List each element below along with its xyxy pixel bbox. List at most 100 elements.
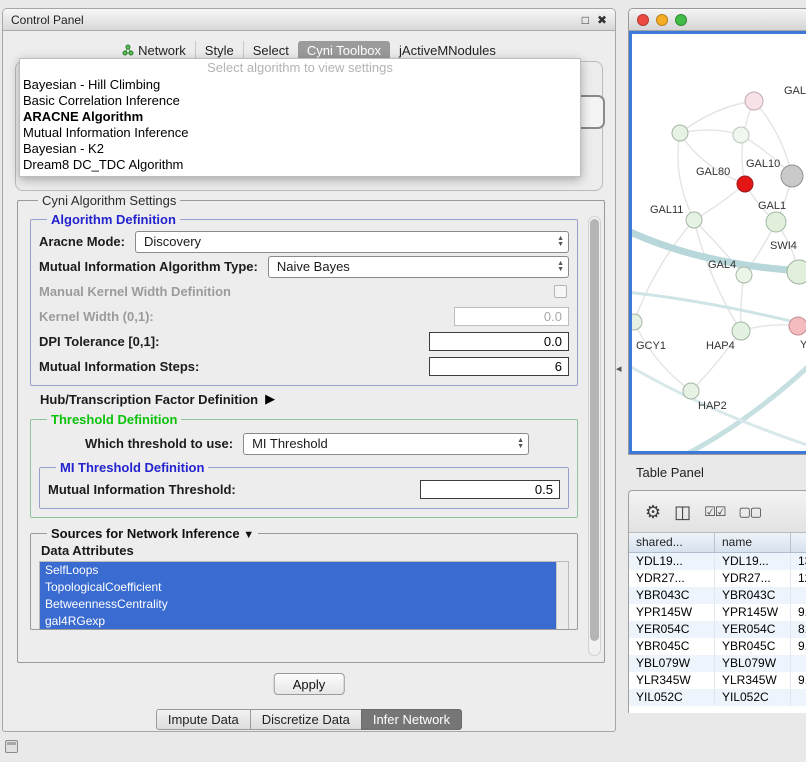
cyni-algorithm-settings-group: Cyni Algorithm Settings Algorithm Defini…	[17, 193, 605, 663]
select-all-checkboxes-icon[interactable]: ☑☑	[704, 504, 725, 520]
table-cell: YBR045C	[629, 638, 715, 655]
mac-close-button[interactable]	[637, 14, 649, 26]
network-edge[interactable]	[694, 184, 745, 220]
attribute-item-gal4rgexp[interactable]: gal4RGexp	[40, 613, 556, 630]
tab-label: Network	[138, 43, 186, 58]
attributes-vertical-scrollbar[interactable]	[556, 562, 568, 629]
network-node[interactable]	[766, 212, 786, 232]
table-cell: YER054C	[715, 621, 791, 638]
kernel-width-input[interactable]	[454, 307, 569, 326]
network-canvas[interactable]: GALGAL80GAL10GAL11GAL1SWI4GAL4GCY1HAP4YH…	[629, 31, 806, 454]
algorithm-option-bayesian-k2[interactable]: Bayesian - K2	[20, 141, 580, 157]
bottom-tab-infer-network[interactable]: Infer Network	[361, 709, 462, 730]
control-panel-titlebar: Control Panel □ ✖	[3, 9, 615, 31]
splitter-collapse-icon[interactable]: ◂	[616, 362, 622, 375]
table-cell	[791, 655, 806, 672]
node-label: GAL11	[650, 204, 683, 216]
node-label: Y	[800, 339, 806, 351]
deselect-all-checkboxes-icon[interactable]: ▢▢	[738, 504, 761, 520]
algorithm-option-basic-correlation-inference[interactable]: Basic Correlation Inference	[20, 93, 580, 109]
node-label: GAL80	[696, 166, 730, 178]
column-header-shared-name[interactable]: shared...	[629, 533, 715, 552]
algorithm-option-dream8-dc-tdc-algorithm[interactable]: Dream8 DC_TDC Algorithm	[20, 157, 580, 173]
network-edge[interactable]	[680, 130, 741, 135]
which-threshold-value: MI Threshold	[252, 436, 328, 451]
network-node[interactable]	[683, 383, 699, 399]
network-node[interactable]	[732, 322, 750, 340]
tab-cyni-toolbox[interactable]: Cyni Toolbox	[298, 41, 390, 60]
tab-network[interactable]: Network	[113, 41, 195, 60]
column-header-name[interactable]: name	[715, 533, 791, 552]
aracne-mode-combobox[interactable]: Discovery ▲▼	[135, 231, 569, 253]
table-row[interactable]: YLR345WYLR345W9.	[629, 672, 806, 689]
algorithm-definition-legend: Algorithm Definition	[51, 212, 176, 227]
table-row[interactable]: YDL19...YDL19...13	[629, 553, 806, 570]
network-node[interactable]	[789, 317, 806, 335]
mac-minimize-button[interactable]	[656, 14, 668, 26]
network-edge[interactable]	[632, 292, 806, 334]
network-node[interactable]	[736, 267, 752, 283]
table-row[interactable]: YER054CYER054C8.	[629, 621, 806, 638]
algorithm-definition-group: Algorithm Definition Aracne Mode: Discov…	[30, 212, 578, 386]
tab-select[interactable]: Select	[243, 41, 298, 60]
settings-scrollbar-thumb[interactable]	[590, 219, 599, 641]
table-cell: YDL19...	[715, 553, 791, 570]
table-cell: 12	[791, 570, 806, 587]
mi-type-value: Naive Bayes	[277, 259, 350, 274]
table-row[interactable]: YPR145WYPR145W9.	[629, 604, 806, 621]
network-node[interactable]	[737, 176, 753, 192]
network-node[interactable]	[781, 165, 803, 187]
network-node[interactable]	[733, 127, 749, 143]
table-row[interactable]: YBR045CYBR045C9.	[629, 638, 806, 655]
algorithm-option-mutual-information-inference[interactable]: Mutual Information Inference	[20, 125, 580, 141]
network-node[interactable]	[745, 92, 763, 110]
which-threshold-combobox[interactable]: MI Threshold ▲▼	[243, 433, 529, 455]
network-edge[interactable]	[694, 220, 741, 331]
attribute-item-selfloops[interactable]: SelfLoops	[40, 562, 556, 579]
bottom-tab-discretize-data[interactable]: Discretize Data	[250, 709, 362, 730]
table-row[interactable]: YBR043CYBR043C	[629, 587, 806, 604]
collapse-arrow-icon[interactable]: ▼	[243, 529, 254, 541]
network-node[interactable]	[787, 260, 806, 284]
hub-definition-toggle[interactable]: Hub/Transcription Factor Definition ▶	[30, 386, 578, 412]
network-node[interactable]	[686, 212, 702, 228]
tab-label: jActiveMNodules	[399, 43, 496, 58]
node-label: GAL4	[708, 259, 736, 271]
network-node[interactable]	[672, 125, 688, 141]
tab-style[interactable]: Style	[195, 41, 243, 60]
tab-jactivemnodules[interactable]: jActiveMNodules	[390, 41, 505, 60]
network-titlebar	[629, 9, 806, 31]
close-icon[interactable]: ✖	[597, 14, 607, 26]
float-window-icon[interactable]: □	[582, 14, 589, 26]
table-toolbar: ⚙ ◫ ☑☑ ▢▢	[629, 491, 806, 533]
mi-type-combobox[interactable]: Naive Bayes ▲▼	[268, 256, 569, 278]
table-cell: YBL079W	[715, 655, 791, 672]
settings-scrollbar[interactable]	[588, 216, 601, 656]
attribute-item-betweennesscentrality[interactable]: BetweennessCentrality	[40, 596, 556, 613]
table-row[interactable]: YDR27...YDR27...12	[629, 570, 806, 587]
sources-group: Sources for Network Inference ▼ Data Att…	[30, 526, 578, 630]
algorithm-option-bayesian-hill-climbing[interactable]: Bayesian - Hill Climbing	[20, 77, 580, 93]
attribute-item-topologicalcoefficient[interactable]: TopologicalCoefficient	[40, 579, 556, 596]
gear-icon[interactable]: ⚙	[645, 503, 661, 521]
mac-zoom-button[interactable]	[675, 14, 687, 26]
attributes-horizontal-scrollbar[interactable]	[40, 629, 568, 630]
docked-panel-icon[interactable]	[5, 740, 18, 753]
network-node[interactable]	[632, 314, 642, 330]
bottom-tab-impute-data[interactable]: Impute Data	[156, 709, 251, 730]
apply-button[interactable]: Apply	[274, 673, 345, 695]
mi-threshold-input[interactable]	[420, 480, 560, 499]
sources-legend: Sources for Network Inference	[51, 526, 240, 541]
column-header-extra[interactable]	[791, 533, 806, 552]
columns-icon[interactable]: ◫	[674, 503, 691, 521]
data-attributes-label: Data Attributes	[39, 541, 569, 561]
dpi-tolerance-input[interactable]	[429, 332, 569, 351]
mi-steps-input[interactable]	[429, 357, 569, 376]
mi-steps-label: Mutual Information Steps:	[39, 359, 199, 374]
table-row[interactable]: YIL052CYIL052C	[629, 689, 806, 706]
algorithm-option-aracne-algorithm[interactable]: ARACNE Algorithm	[20, 109, 580, 125]
kernel-width-label: Kernel Width (0,1):	[39, 309, 154, 324]
network-edge[interactable]	[634, 322, 691, 391]
manual-kernel-checkbox[interactable]	[554, 285, 567, 298]
table-row[interactable]: YBL079WYBL079W	[629, 655, 806, 672]
